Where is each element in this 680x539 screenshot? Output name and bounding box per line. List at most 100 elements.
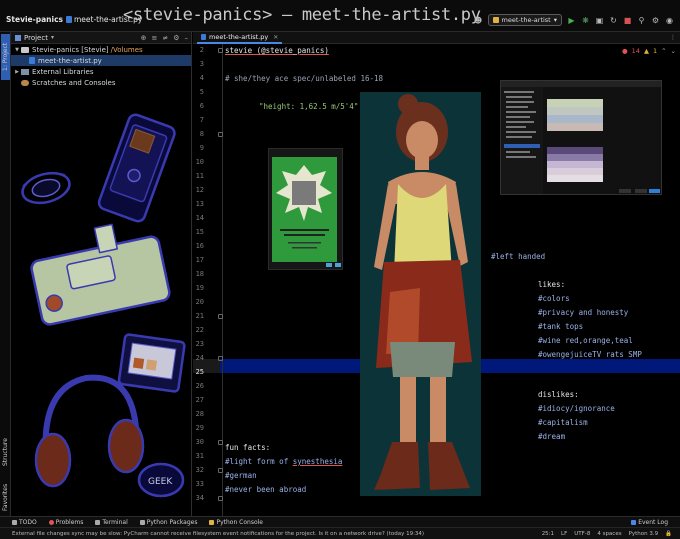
profile-icon[interactable]: ↻	[609, 16, 618, 25]
code-like-item[interactable]: #colors	[538, 294, 570, 303]
code-line-2[interactable]: stevie (@stevie_panics)	[225, 46, 329, 55]
line-number[interactable]: 29	[193, 424, 204, 432]
line-number[interactable]: 15	[193, 228, 204, 236]
line-number[interactable]: 26	[193, 382, 204, 390]
tab-structure[interactable]: Structure	[1, 432, 10, 472]
line-number[interactable]: 27	[193, 396, 204, 404]
gear-icon[interactable]: ⚙	[173, 34, 179, 42]
code-dislike-item[interactable]: #dream	[538, 432, 565, 441]
code-like-item[interactable]: #privacy and honesty	[538, 308, 628, 317]
user-icon[interactable]: ☻	[474, 16, 483, 25]
line-number[interactable]: 33	[193, 480, 204, 488]
fold-marker-icon[interactable]	[218, 496, 223, 501]
line-number[interactable]: 24	[193, 354, 204, 362]
chevron-down-icon[interactable]: ⌄	[671, 47, 676, 55]
chevron-right-icon[interactable]: ▶	[13, 69, 21, 75]
line-number[interactable]: 7	[193, 116, 204, 124]
line-number[interactable]: 21	[193, 312, 204, 320]
expand-all-icon[interactable]: ≡	[151, 34, 157, 42]
line-number[interactable]: 19	[193, 284, 204, 292]
line-number[interactable]: 28	[193, 410, 204, 418]
breadcrumb-project[interactable]: Stevie-panics	[6, 15, 63, 24]
indent-setting[interactable]: 4 spaces	[597, 531, 621, 537]
fold-marker-icon[interactable]	[218, 356, 223, 361]
status-message[interactable]: External file changes sync may be slow: …	[12, 531, 452, 537]
line-number[interactable]: 13	[193, 200, 204, 208]
run-icon[interactable]: ▶	[567, 16, 576, 25]
line-number[interactable]: 34	[193, 494, 204, 502]
line-number[interactable]: 10	[193, 158, 204, 166]
code-line-4[interactable]: # she/they ace spec/unlabeled 16-18	[225, 74, 383, 83]
fold-marker-icon[interactable]	[218, 468, 223, 473]
chevron-down-icon[interactable]: ▼	[13, 47, 21, 53]
line-number[interactable]: 18	[193, 270, 204, 278]
line-number[interactable]: 30	[193, 438, 204, 446]
code-like-item[interactable]: #owengejuiceTV rats SMP	[538, 350, 642, 359]
tool-todo[interactable]: TODO	[12, 519, 37, 526]
code-fun-fact-item[interactable]: #light form of synesthesia	[225, 457, 342, 466]
viewer-button[interactable]	[326, 263, 332, 267]
chevron-down-icon[interactable]: ▾	[51, 34, 54, 41]
tool-python-packages[interactable]: Python Packages	[139, 519, 197, 526]
line-number[interactable]: 4	[193, 74, 204, 82]
code-left-handed[interactable]: #left handed	[491, 252, 545, 261]
tree-item-file[interactable]: meet-the-artist.py	[11, 55, 191, 66]
fold-marker-icon[interactable]	[218, 314, 223, 319]
code-fun-facts-title[interactable]: fun facts:	[225, 443, 270, 452]
line-number[interactable]: 6	[193, 102, 204, 110]
hide-icon[interactable]: –	[185, 34, 189, 42]
breadcrumb[interactable]: Stevie-panics meet-the-artist.py	[6, 15, 142, 24]
line-gutter[interactable]: 2 3 4 5 6 7 8 9 10 11 12 13 14 15 16 17 18 19 20 21 22 23 24 25…	[193, 44, 223, 516]
line-number[interactable]: 25	[193, 368, 204, 376]
code-dislike-item[interactable]: #idiocy/ignorance	[538, 404, 615, 413]
line-number[interactable]: 3	[193, 60, 204, 68]
python-interpreter[interactable]: Python 3.9	[629, 531, 659, 537]
close-icon[interactable]: ✕	[273, 34, 278, 41]
caret-position[interactable]: 25:1	[542, 531, 554, 537]
line-number[interactable]: 31	[193, 452, 204, 460]
tool-event-log[interactable]: Event Log	[631, 519, 668, 526]
code-likes-title[interactable]: likes:	[538, 280, 565, 289]
project-panel-title[interactable]: Project	[24, 34, 48, 42]
lock-icon[interactable]: 🔒	[665, 531, 672, 537]
line-number[interactable]: 20	[193, 298, 204, 306]
line-number[interactable]: 17	[193, 256, 204, 264]
tree-item-external-libraries[interactable]: ▶ External Libraries	[11, 66, 191, 77]
tool-problems[interactable]: Problems	[48, 519, 83, 526]
code-like-item[interactable]: #wine red,orange,teal	[538, 336, 633, 345]
code-dislike-item[interactable]: #capitalism	[538, 418, 588, 427]
line-number[interactable]: 23	[193, 340, 204, 348]
line-number[interactable]: 22	[193, 326, 204, 334]
tool-python-console[interactable]: Python Console	[209, 519, 263, 526]
coverage-icon[interactable]: ▣	[595, 16, 604, 25]
line-number[interactable]: 9	[193, 144, 204, 152]
line-number[interactable]: 14	[193, 214, 204, 222]
tree-item-project-root[interactable]: ▼ Stevie-panics [Stevie] /Volumes	[11, 44, 191, 55]
fold-marker-icon[interactable]	[218, 132, 223, 137]
line-number[interactable]: 11	[193, 172, 204, 180]
code-dislikes-title[interactable]: dislikes:	[538, 390, 579, 399]
code-like-item[interactable]: #tank tops	[538, 322, 583, 331]
stop-icon[interactable]: ■	[623, 16, 632, 25]
run-configuration-select[interactable]: meet-the-artist ▾	[487, 14, 562, 26]
collapse-all-icon[interactable]: ≠	[162, 34, 168, 42]
line-number[interactable]: 12	[193, 186, 204, 194]
line-number[interactable]: 16	[193, 242, 204, 250]
inspection-widget[interactable]: ● 14 ▲ 1 ⌃ ⌄	[622, 47, 676, 55]
debug-icon[interactable]: ❋	[581, 16, 590, 25]
tab-favorites[interactable]: Favorites	[1, 477, 10, 517]
tab-project[interactable]: 1: Project	[1, 34, 10, 80]
line-separator[interactable]: LF	[561, 531, 567, 537]
code-fun-fact-item[interactable]: #never been abroad	[225, 485, 306, 494]
tab-bar-actions[interactable]: ⋮	[670, 34, 676, 41]
plugin-icon[interactable]: ◉	[665, 16, 674, 25]
code-fun-fact-item[interactable]: #german	[225, 471, 257, 480]
tab-meet-the-artist[interactable]: meet-the-artist.py ✕	[197, 32, 283, 44]
line-number[interactable]: 8	[193, 130, 204, 138]
code-line-6[interactable]: "height: 1,62.5 m/5'4"	[259, 102, 358, 111]
line-number[interactable]: 32	[193, 466, 204, 474]
search-icon[interactable]: ⚲	[637, 16, 646, 25]
locate-icon[interactable]: ⊕	[141, 34, 147, 42]
file-encoding[interactable]: UTF-8	[574, 531, 590, 537]
line-number[interactable]: 5	[193, 88, 204, 96]
